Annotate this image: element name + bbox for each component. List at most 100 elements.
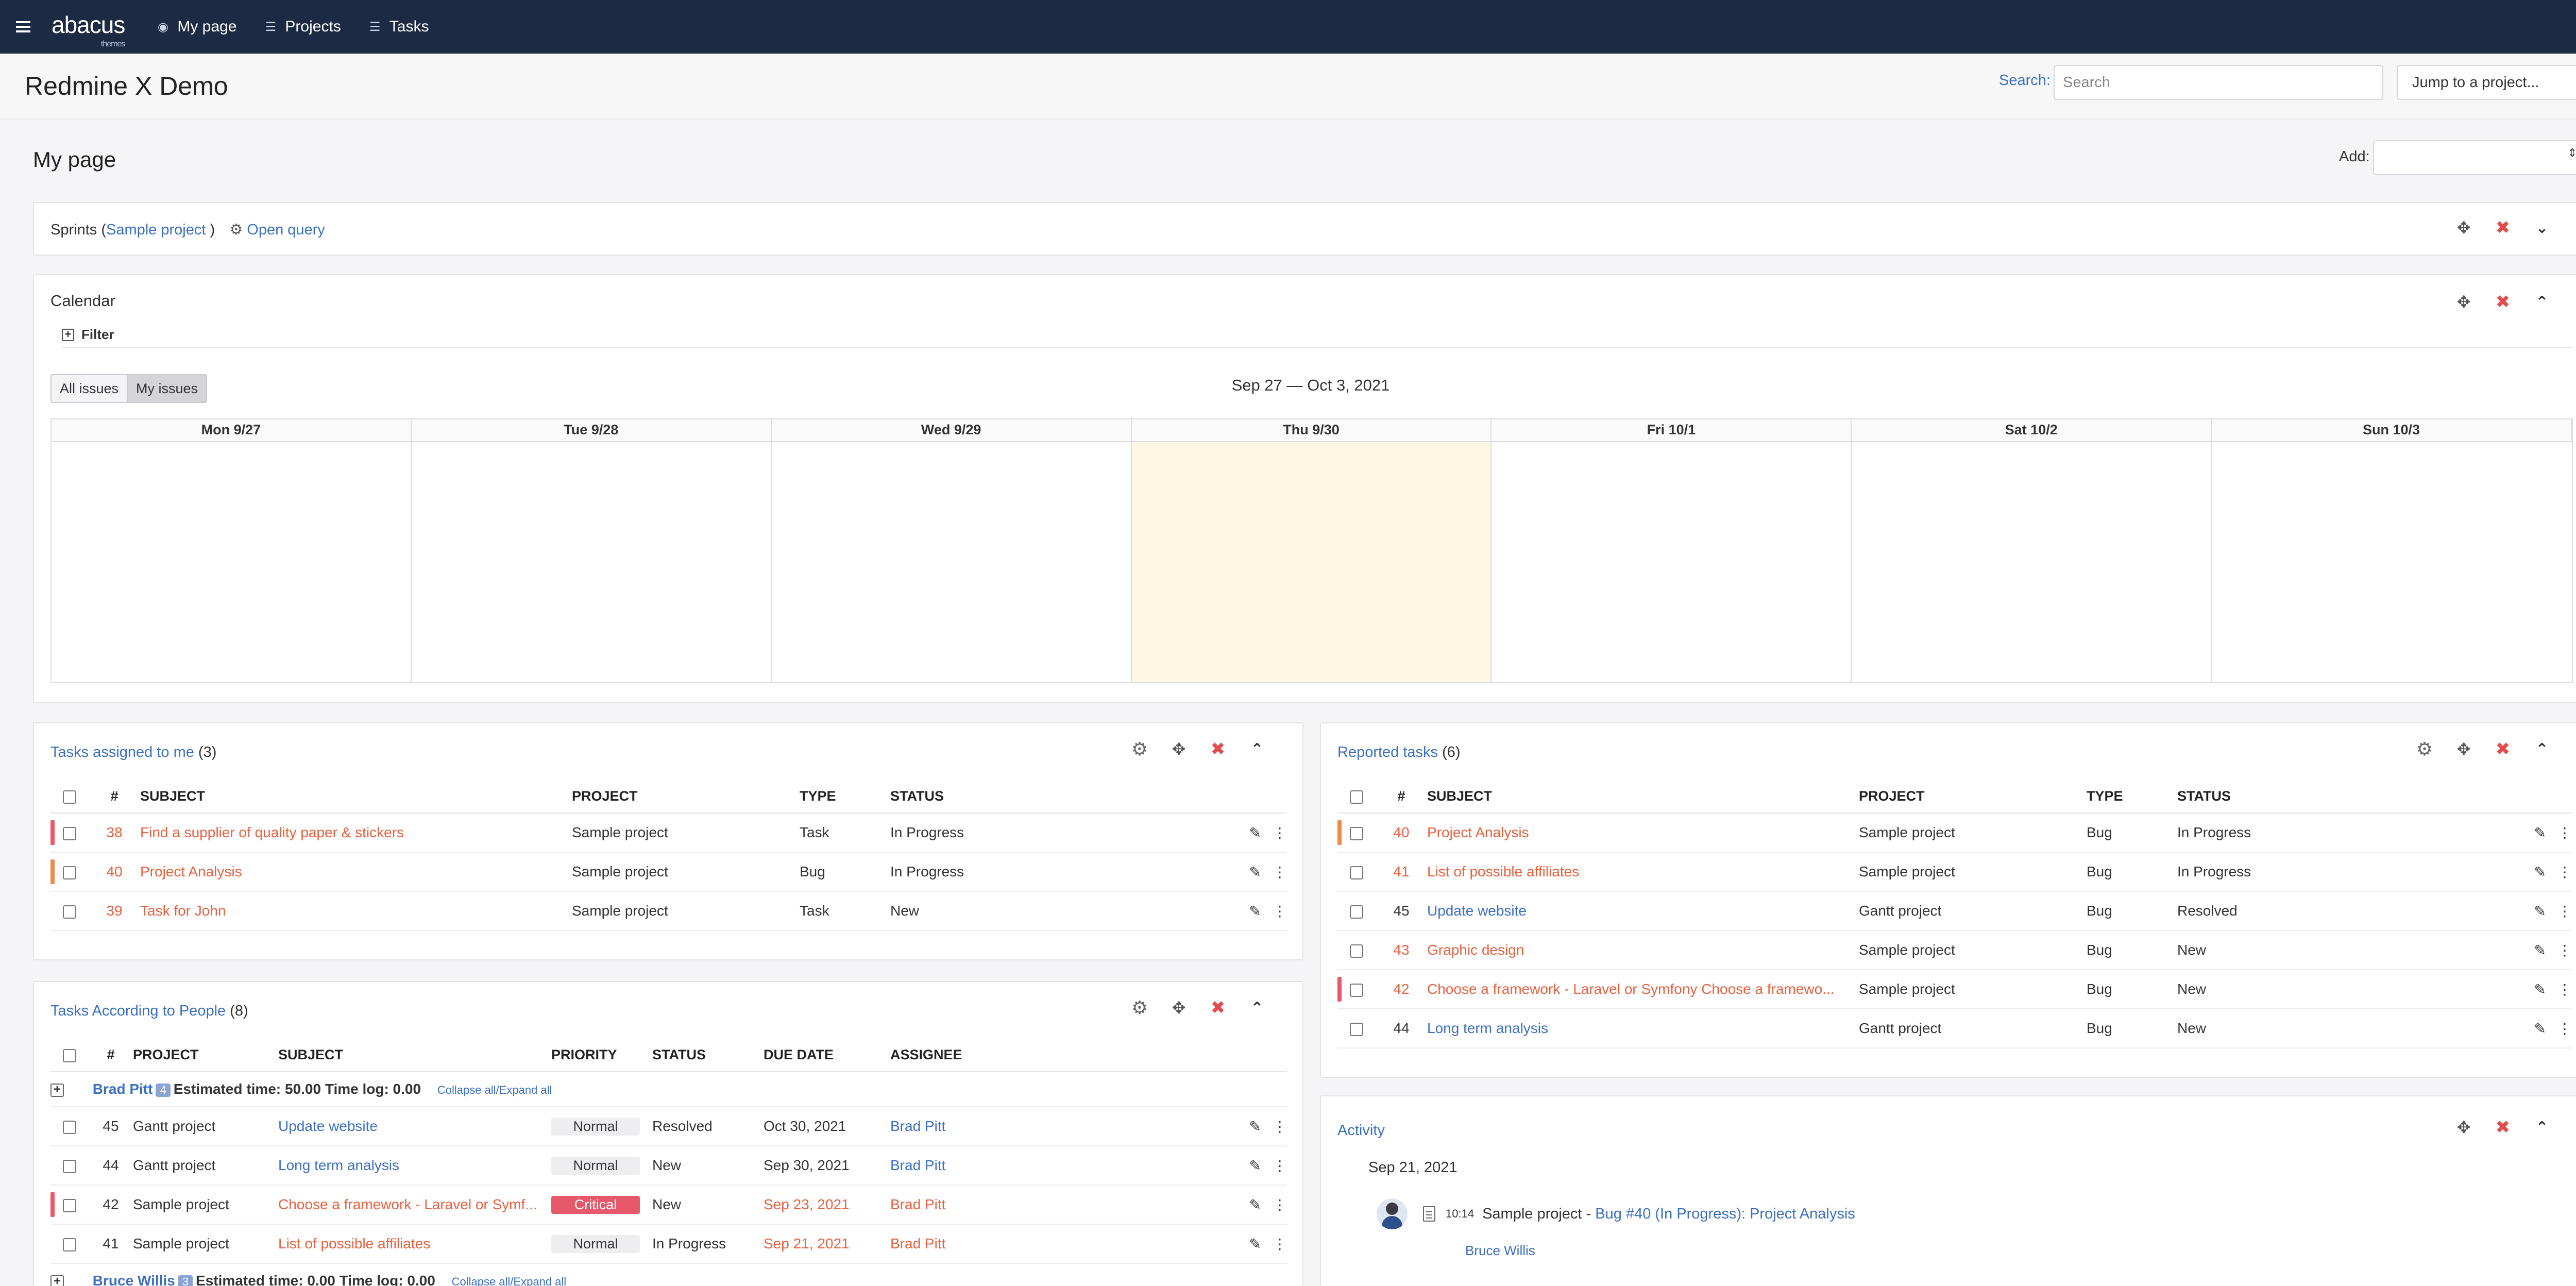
issue-subject-link[interactable]: List of possible affiliates	[1427, 852, 1859, 892]
more-options-icon[interactable]: ⋮	[2557, 1021, 2572, 1037]
column-header[interactable]: SUBJECT	[278, 1039, 551, 1072]
chevron-up-icon[interactable]: ⌃	[1247, 997, 1267, 1018]
calendar-today-cell[interactable]	[1131, 442, 1492, 682]
table-row[interactable]: 41 Sample project List of possible affilia…	[50, 1224, 1287, 1264]
issue-subject-link[interactable]: Project Analysis	[140, 852, 572, 892]
issue-subject-link[interactable]: Graphic design	[1427, 930, 1859, 970]
issue-id[interactable]: 40	[1376, 813, 1427, 853]
edit-icon[interactable]: ✎	[2534, 1021, 2546, 1037]
issue-subject-link[interactable]: Long term analysis	[1427, 1009, 1859, 1048]
edit-icon[interactable]: ✎	[2534, 825, 2546, 841]
more-options-icon[interactable]: ⋮	[2557, 903, 2572, 919]
table-row[interactable]: 44 Gantt project Long term analysis Normal N…	[50, 1146, 1287, 1186]
issue-id[interactable]: 43	[1376, 930, 1427, 970]
edit-icon[interactable]: ✎	[2534, 942, 2546, 958]
column-header[interactable]: SUBJECT	[1427, 780, 1859, 814]
edit-icon[interactable]: ✎	[1249, 1236, 1261, 1252]
column-header[interactable]: ASSIGNEE	[890, 1039, 1189, 1072]
column-header[interactable]: STATUS	[2177, 780, 2476, 814]
move-icon[interactable]: ✥	[1168, 997, 1189, 1018]
edit-icon[interactable]: ✎	[2534, 864, 2546, 880]
row-checkbox[interactable]	[1350, 905, 1363, 919]
issue-subject-link[interactable]: Task for John	[140, 891, 572, 931]
row-checkbox[interactable]	[63, 1238, 76, 1251]
site-title[interactable]: Redmine X Demo	[25, 71, 228, 101]
more-options-icon[interactable]: ⋮	[2557, 942, 2572, 958]
issue-subject-link[interactable]: Project Analysis	[1427, 813, 1859, 853]
close-icon[interactable]: ✖	[1208, 739, 1228, 759]
assignee-link[interactable]: Brad Pitt	[890, 1146, 1189, 1186]
issue-id[interactable]: 44	[89, 1146, 133, 1186]
calendar-day-cell[interactable]	[2212, 442, 2572, 682]
more-options-icon[interactable]: ⋮	[1273, 1197, 1287, 1213]
assignee-link[interactable]: Brad Pitt	[890, 1224, 1189, 1264]
column-header[interactable]: TYPE	[2087, 780, 2177, 814]
issue-subject-link[interactable]: Update website	[278, 1107, 551, 1146]
reported-tasks-link[interactable]: Reported tasks	[1337, 744, 1438, 760]
column-header[interactable]: DUE DATE	[764, 1039, 890, 1072]
open-query-link[interactable]: Open query	[247, 222, 325, 238]
expand-plus-icon[interactable]: +	[50, 1083, 64, 1097]
calendar-day-cell[interactable]	[772, 442, 1132, 682]
column-header[interactable]: TYPE	[800, 780, 890, 814]
row-checkbox[interactable]	[63, 1159, 76, 1173]
issue-id[interactable]: 38	[89, 813, 140, 853]
more-options-icon[interactable]: ⋮	[2557, 982, 2572, 997]
issue-id[interactable]: 41	[1376, 852, 1427, 892]
select-all-checkbox[interactable]	[63, 1048, 76, 1062]
row-checkbox[interactable]	[63, 905, 76, 919]
move-icon[interactable]: ✥	[2453, 739, 2474, 759]
gear-icon[interactable]: ⚙	[1129, 738, 1150, 759]
more-options-icon[interactable]: ⋮	[2557, 825, 2572, 841]
select-all-checkbox[interactable]	[63, 790, 76, 804]
calendar-day-cell[interactable]	[412, 442, 772, 682]
issue-id[interactable]: 45	[1376, 891, 1427, 931]
issue-id[interactable]: 44	[1376, 1009, 1427, 1048]
move-icon[interactable]: ✥	[2453, 292, 2474, 312]
table-row[interactable]: 44 Long term analysis Gantt project Bug New ✎…	[1337, 1009, 2572, 1048]
gear-icon[interactable]: ⚙	[1129, 997, 1150, 1018]
column-header[interactable]: PRIORITY	[551, 1039, 652, 1072]
tasks-by-people-link[interactable]: Tasks According to People	[50, 1003, 226, 1019]
chevron-up-icon[interactable]: ⌃	[2532, 1117, 2552, 1138]
more-options-icon[interactable]: ⋮	[1273, 903, 1287, 919]
nav-tasks[interactable]: ☰ Tasks	[368, 18, 429, 36]
table-row[interactable]: 43 Graphic design Sample project Bug New ✎ ⋮	[1337, 930, 2572, 970]
calendar-filter-toggle[interactable]: + Filter	[62, 327, 114, 343]
column-header[interactable]: PROJECT	[1859, 780, 2087, 814]
chevron-up-icon[interactable]: ⌃	[2532, 292, 2552, 312]
chevron-up-icon[interactable]: ⌃	[2532, 739, 2552, 759]
activity-link[interactable]: Activity	[1337, 1122, 1385, 1139]
edit-icon[interactable]: ✎	[1249, 903, 1261, 919]
nav-projects[interactable]: ☰ Projects	[263, 18, 341, 36]
close-icon[interactable]: ✖	[2493, 217, 2513, 238]
logo[interactable]: abacus themes	[52, 11, 125, 48]
table-row[interactable]: 40 Project Analysis Sample project Bug In Pr…	[1337, 813, 2572, 853]
assignee-link[interactable]: Brad Pitt	[890, 1107, 1189, 1146]
calendar-day-cell[interactable]	[52, 442, 412, 682]
table-row[interactable]: 38 Find a supplier of quality paper & sti…	[50, 813, 1287, 853]
row-checkbox[interactable]	[1350, 866, 1363, 879]
edit-icon[interactable]: ✎	[1249, 825, 1261, 841]
issue-id[interactable]: 42	[89, 1185, 133, 1225]
table-row[interactable]: 42 Sample project Choose a framework - Lar…	[50, 1185, 1287, 1225]
assignee-link[interactable]: Brad Pitt	[890, 1185, 1189, 1225]
close-icon[interactable]: ✖	[2493, 292, 2513, 312]
move-icon[interactable]: ✥	[2453, 1117, 2474, 1138]
edit-icon[interactable]: ✎	[1249, 1119, 1261, 1135]
move-icon[interactable]: ✥	[2453, 217, 2474, 238]
table-row[interactable]: 40 Project Analysis Sample project Bug In Pr…	[50, 852, 1287, 892]
row-checkbox[interactable]	[63, 1120, 76, 1134]
jump-to-project-select[interactable]: Jump to a project... ⌄	[2397, 65, 2576, 100]
row-checkbox[interactable]	[63, 826, 76, 840]
collapse-expand-link[interactable]: Collapse all/Expand all	[437, 1084, 552, 1096]
issue-id[interactable]: 42	[1376, 970, 1427, 1009]
more-options-icon[interactable]: ⋮	[2557, 864, 2572, 880]
activity-author-link[interactable]: Bruce Willis	[1465, 1243, 1535, 1259]
row-checkbox[interactable]	[63, 866, 76, 879]
chevron-up-icon[interactable]: ⌃	[1247, 739, 1267, 759]
column-header[interactable]: STATUS	[652, 1039, 764, 1072]
issue-id[interactable]: 39	[89, 891, 140, 931]
column-header[interactable]: #	[89, 780, 140, 814]
table-row[interactable]: 39 Task for John Sample project Task New ✎ ⋮	[50, 891, 1287, 931]
